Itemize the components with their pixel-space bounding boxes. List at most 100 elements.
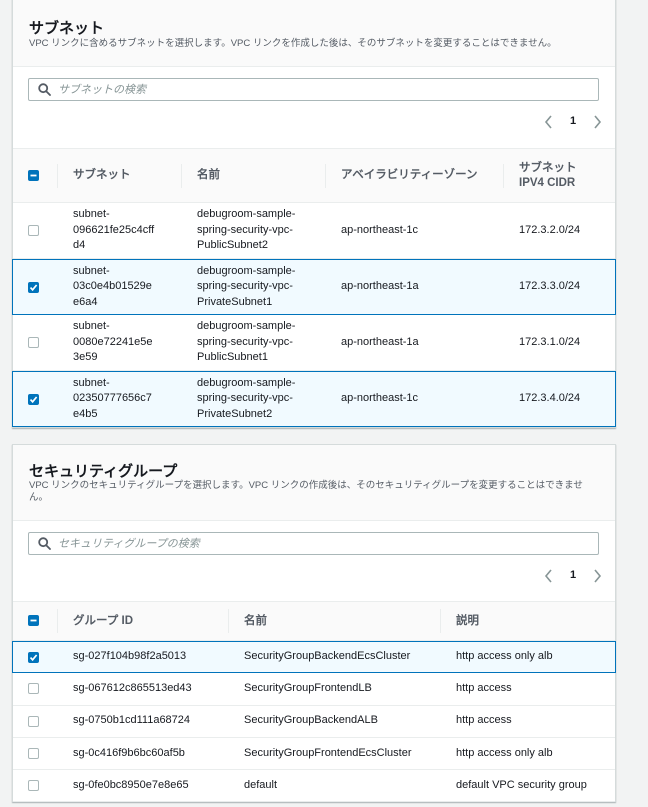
subnet-id: subnet- 0080e72241e5e 3e59	[73, 319, 153, 366]
subnet-id-line: 3e59	[73, 351, 98, 364]
subnet-panel-title: サブネット	[29, 20, 105, 37]
subnet-name-cell: debugroom-sample-spring-security-vpc- Pub…	[197, 315, 327, 370]
subnet-name-line: debugroom-sample-	[197, 376, 296, 389]
subnet-id: subnet- 096621fe25c4cff d4	[73, 207, 154, 254]
subnet-panel-description: VPC リンクに含めるサブネットを選択します。VPC リンクを作成した後は、その…	[29, 38, 557, 49]
subnet-name-line: debugroom-sample-	[197, 264, 296, 277]
subnet-availability-zone: ap-northeast-1a	[341, 335, 419, 348]
security-group-pagination: 1	[543, 568, 603, 584]
column-header-cidr-line2: IPV4 CIDR	[519, 176, 576, 189]
security-group-id: sg-067612c865513ed43	[73, 682, 192, 695]
subnet-pagination: 1	[543, 114, 603, 130]
current-page-number[interactable]: 1	[563, 115, 583, 127]
next-page-button[interactable]	[591, 568, 603, 584]
subnet-id-line: 0080e72241e5e	[73, 335, 153, 348]
subnet-name-line: debugroom-sample-	[197, 208, 296, 221]
subnet-name-cell: debugroom-sample-spring-security-vpc- Pub…	[197, 203, 327, 258]
security-group-row-checkbox[interactable]	[28, 652, 39, 663]
security-group-row[interactable]: sg-0750b1cd111a68724 SecurityGroupBackend…	[13, 705, 615, 738]
subnet-ipv4-cidr: 172.3.3.0/24	[519, 280, 581, 293]
column-header-availability-zone[interactable]: アベイラビリティーゾーン	[341, 149, 478, 202]
column-header-ipv4-cidr[interactable]: サブネット IPV4 CIDR	[519, 149, 577, 202]
column-header-group-id[interactable]: グループ ID	[73, 602, 133, 640]
security-group-row-checkbox[interactable]	[28, 747, 39, 759]
search-icon	[38, 83, 51, 96]
subnet-row[interactable]: subnet- 0080e72241e5e 3e59 debugroom-sample…	[13, 315, 615, 371]
security-group-description: http access	[456, 682, 512, 695]
subnet-row[interactable]: subnet- 096621fe25c4cff d4 debugroom-sample…	[13, 203, 615, 259]
subnet-id: subnet- 03c0e4b01529e e6a4	[73, 264, 152, 311]
security-group-id: sg-027f104b98f2a5013	[73, 650, 187, 663]
subnet-search-box[interactable]	[28, 78, 599, 101]
security-group-row[interactable]: sg-027f104b98f2a5013 SecurityGroupBackend…	[12, 641, 616, 674]
subnet-row-checkbox[interactable]	[28, 282, 39, 293]
subnet-id-line: subnet-	[73, 208, 110, 221]
subnet-id-cell: subnet- 096621fe25c4cff d4	[73, 203, 183, 258]
subnet-name-line: debugroom-sample-	[197, 320, 296, 333]
security-group-name: default	[244, 779, 278, 792]
subnet-id-cell: subnet- 0080e72241e5e 3e59	[73, 315, 183, 370]
security-group-search-input[interactable]	[58, 535, 588, 552]
security-group-row[interactable]: sg-067612c865513ed43 SecurityGroupFronten…	[13, 673, 615, 706]
chevron-right-icon	[594, 115, 602, 129]
subnet-id-line: subnet-	[73, 264, 110, 277]
security-group-panel: セキュリティグループ VPC リンクのセキュリティグループを選択します。VPC …	[12, 444, 616, 803]
subnet-name: debugroom-sample-spring-security-vpc- Pri…	[197, 376, 295, 423]
column-header-subnet[interactable]: サブネット	[73, 149, 131, 202]
subnet-row[interactable]: subnet- 02350777656c7 e4b5 debugroom-sample…	[12, 371, 616, 427]
checkmark-icon	[29, 654, 38, 662]
security-group-description: default VPC security group	[456, 779, 587, 792]
security-group-panel-title: セキュリティグループ	[29, 463, 178, 480]
subnet-name-line: spring-security-vpc-	[197, 392, 293, 405]
subnet-table-header: サブネット 名前 アベイラビリティーゾーン サブネット IPV4 CIDR	[13, 148, 615, 203]
subnet-ipv4-cidr: 172.3.1.0/24	[519, 335, 581, 348]
column-header-cidr-line1: サブネット	[519, 161, 577, 174]
column-header-description[interactable]: 説明	[456, 602, 479, 640]
select-all-subnets-checkbox[interactable]	[28, 170, 39, 181]
subnet-name-line: PublicSubnet2	[197, 239, 268, 252]
security-group-name: SecurityGroupFrontendLB	[244, 682, 372, 695]
previous-page-button[interactable]	[543, 568, 555, 584]
subnet-id-line: 03c0e4b01529e	[73, 280, 152, 293]
subnet-id-cell: subnet- 03c0e4b01529e e6a4	[73, 260, 183, 314]
security-group-id: sg-0fe0bc8950e7e8e65	[73, 779, 189, 792]
indeterminate-icon	[30, 174, 37, 177]
security-group-description: http access only alb	[456, 746, 553, 759]
security-group-row[interactable]: sg-0fe0bc8950e7e8e65 default default VPC s…	[13, 770, 615, 803]
current-page-number[interactable]: 1	[563, 569, 583, 581]
chevron-left-icon	[544, 569, 552, 583]
select-all-security-groups-checkbox[interactable]	[28, 615, 39, 626]
column-header-name[interactable]: 名前	[244, 602, 267, 640]
subnet-row-checkbox[interactable]	[28, 394, 39, 405]
subnet-name-line: spring-security-vpc-	[197, 335, 293, 348]
security-group-search-box[interactable]	[28, 532, 599, 555]
next-page-button[interactable]	[591, 114, 603, 130]
subnet-name-line: PublicSubnet1	[197, 351, 268, 364]
subnet-search-input[interactable]	[58, 81, 588, 98]
security-group-row-checkbox[interactable]	[28, 780, 39, 792]
subnet-row-checkbox[interactable]	[28, 337, 39, 348]
checkmark-icon	[29, 284, 38, 292]
security-group-panel-description: VPC リンクのセキュリティグループを選択します。VPC リンクの作成後は、その…	[29, 480, 583, 503]
subnet-id-line: e6a4	[73, 295, 98, 308]
subnet-id-line: d4	[73, 239, 86, 252]
subnet-name: debugroom-sample-spring-security-vpc- Pri…	[197, 264, 295, 311]
search-icon	[38, 537, 51, 550]
subnet-name-line: spring-security-vpc-	[197, 223, 293, 236]
security-group-row-checkbox[interactable]	[28, 715, 39, 727]
subnet-panel-header: サブネット VPC リンクに含めるサブネットを選択します。VPC リンクを作成し…	[13, 0, 615, 67]
security-group-name: SecurityGroupBackendALB	[244, 714, 378, 727]
chevron-right-icon	[594, 569, 602, 583]
subnet-row[interactable]: subnet- 03c0e4b01529e e6a4 debugroom-sample…	[12, 259, 616, 315]
subnet-availability-zone: ap-northeast-1c	[341, 223, 419, 236]
checkmark-icon	[29, 396, 38, 404]
subnet-availability-zone: ap-northeast-1a	[341, 280, 419, 293]
security-group-name: SecurityGroupFrontendEcsCluster	[244, 746, 412, 759]
subnet-id-cell: subnet- 02350777656c7 e4b5	[73, 372, 183, 426]
subnet-row-checkbox[interactable]	[28, 225, 39, 236]
security-group-row-checkbox[interactable]	[28, 683, 39, 695]
subnet-panel: サブネット VPC リンクに含めるサブネットを選択します。VPC リンクを作成し…	[12, 0, 616, 428]
column-header-name[interactable]: 名前	[197, 149, 220, 202]
security-group-row[interactable]: sg-0c416f9b6bc60af5b SecurityGroupFronten…	[13, 737, 615, 771]
previous-page-button[interactable]	[543, 114, 555, 130]
